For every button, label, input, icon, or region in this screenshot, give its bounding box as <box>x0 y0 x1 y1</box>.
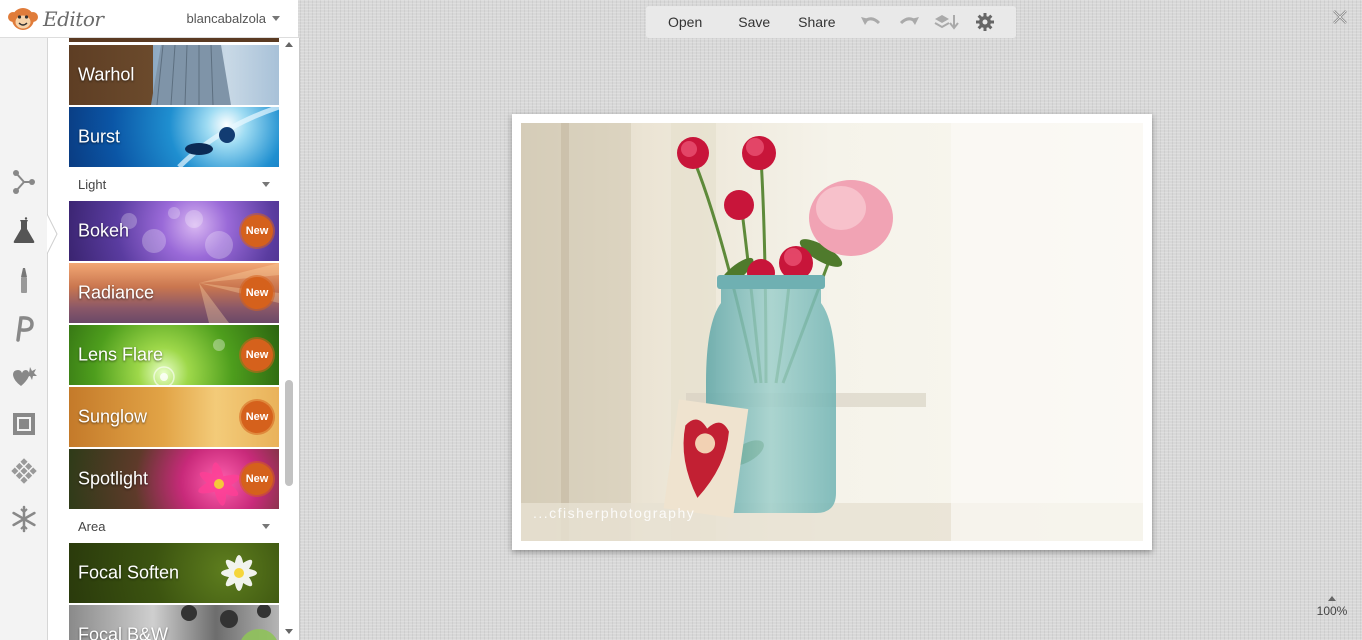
zoom-level: 100% <box>1316 604 1348 618</box>
section-label: Light <box>78 176 107 192</box>
frames-icon[interactable] <box>8 408 40 440</box>
new-badge: New <box>241 401 273 433</box>
effect-tile-burst[interactable]: Burst <box>69 107 279 167</box>
section-label: Area <box>78 518 106 534</box>
share-button[interactable]: Share <box>770 14 835 30</box>
effect-label: Burst <box>78 126 121 147</box>
effects-list: Warhol Burst Light Bokeh New Radiance Ne… <box>69 38 279 640</box>
tool-rail <box>0 38 48 640</box>
main-toolbar: Open Save Share <box>646 6 1016 38</box>
effect-label: Radiance <box>78 282 155 303</box>
stickers-icon[interactable] <box>8 361 40 393</box>
user-menu[interactable]: blancabalzola <box>186 11 280 26</box>
undo-icon[interactable] <box>858 12 884 32</box>
effect-tile-spotlight[interactable]: Spotlight New <box>69 449 279 509</box>
username[interactable]: blancabalzola <box>186 11 266 26</box>
photo-watermark: ...cfisherphotography <box>533 505 696 521</box>
effects-scrollbar[interactable] <box>282 38 296 640</box>
monkey-logo-icon[interactable] <box>6 2 40 36</box>
effect-tile-focal-bw[interactable]: Focal B&W <box>69 605 279 640</box>
settings-gear-icon[interactable] <box>972 12 998 32</box>
effect-label: Bokeh <box>78 220 130 241</box>
edited-photo[interactable]: ...cfisherphotography <box>521 123 1143 541</box>
effect-tile-partial <box>69 38 279 42</box>
scroll-down-icon[interactable] <box>285 629 293 634</box>
chevron-down-icon <box>272 16 280 21</box>
zoom-up-icon[interactable] <box>1328 596 1336 601</box>
effect-tile-focal-soften[interactable]: Focal Soften <box>69 543 279 603</box>
section-light[interactable]: Light <box>69 168 279 200</box>
effects-flask-icon[interactable] <box>8 215 40 247</box>
scroll-up-icon[interactable] <box>285 42 293 47</box>
chevron-down-icon <box>262 182 270 187</box>
new-badge: New <box>241 215 273 247</box>
photo-canvas[interactable]: ...cfisherphotography <box>512 114 1152 550</box>
rail-selection-notch <box>47 214 58 254</box>
scroll-thumb[interactable] <box>285 380 293 486</box>
effect-tile-bokeh[interactable]: Bokeh New <box>69 201 279 261</box>
effect-label: Focal Soften <box>78 562 180 583</box>
textures-icon[interactable] <box>8 455 40 487</box>
effect-tile-lens-flare[interactable]: Lens Flare New <box>69 325 279 385</box>
redo-icon[interactable] <box>896 12 922 32</box>
effect-label: Sunglow <box>78 406 148 427</box>
effect-label: Warhol <box>78 64 135 85</box>
zoom-control[interactable]: 100% <box>1314 596 1350 618</box>
overlays-snowflake-icon[interactable] <box>8 503 40 535</box>
new-badge: New <box>241 463 273 495</box>
close-icon[interactable] <box>1332 9 1348 25</box>
save-button[interactable]: Save <box>702 14 770 30</box>
text-icon[interactable] <box>8 312 40 344</box>
new-badge: New <box>241 339 273 371</box>
crop-basic-edits-icon[interactable] <box>8 166 40 198</box>
open-button[interactable]: Open <box>646 14 702 30</box>
effect-tile-warhol[interactable]: Warhol <box>69 45 279 105</box>
new-badge: New <box>241 277 273 309</box>
effect-label: Focal B&W <box>78 624 169 640</box>
effect-label: Spotlight <box>78 468 149 489</box>
layers-icon[interactable] <box>934 12 960 32</box>
left-panel: Warhol Burst Light Bokeh New Radiance Ne… <box>0 38 300 640</box>
chevron-down-icon <box>262 524 270 529</box>
app-header: Editor blancabalzola <box>0 0 298 38</box>
touch-up-brush-icon[interactable] <box>8 264 40 296</box>
effect-tile-sunglow[interactable]: Sunglow New <box>69 387 279 447</box>
effect-tile-radiance[interactable]: Radiance New <box>69 263 279 323</box>
effect-label: Lens Flare <box>78 344 164 365</box>
app-title: Editor <box>43 6 104 31</box>
section-area[interactable]: Area <box>69 510 279 542</box>
